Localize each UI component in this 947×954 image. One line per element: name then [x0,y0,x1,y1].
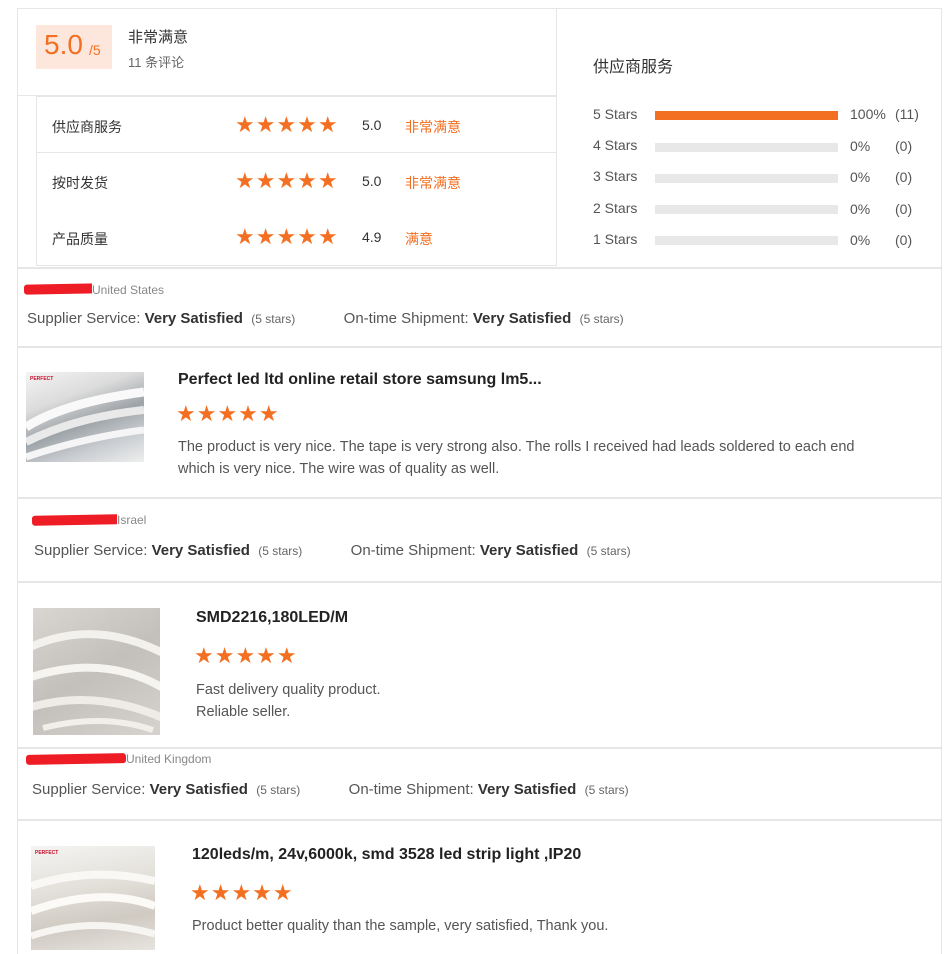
distribution-percent: 0% [850,232,871,248]
distribution-percent: 100% [850,106,886,122]
distribution-label: 1 Stars [593,231,638,247]
redacted-name [23,283,99,295]
review-text-line: Fast delivery quality product. [196,682,381,698]
review-text: Product better quality than the sample, … [192,915,892,937]
distribution-bar [655,236,838,245]
shipment-value: Very Satisfied [477,781,577,798]
review-text-line: which is very nice. The wire was of qual… [178,461,500,477]
overall-score: 5.0 [44,29,83,60]
shipment-value: Very Satisfied [479,542,579,559]
supplier-service-value: Very Satisfied [149,781,248,798]
review-text: Fast delivery quality product. Reliable … [196,679,896,723]
product-thumbnail[interactable]: PERFECT [31,846,155,950]
shipment-label: On-time Shipment: [343,310,469,327]
rating-word-shipment: 非常满意 [405,175,461,191]
review-count: 11 条评论 [128,55,185,70]
supplier-service-stars: (5 stars) [256,783,301,797]
supplier-service-label: Supplier Service: [32,781,146,798]
review-stars: ★★★★★ [176,401,280,426]
rating-word-quality: 满意 [405,231,433,247]
distribution-percent: 0% [850,169,871,185]
review-text-line: The product is very nice. The tape is ve… [178,439,855,455]
review-text-line: Product better quality than the sample, … [192,918,609,934]
review-header [17,268,942,347]
led-strip-image [31,870,155,940]
distribution-label: 3 Stars [593,168,638,184]
distribution-bar-fill [655,111,838,120]
distribution-label: 5 Stars [593,106,638,122]
rating-value-shipment: 5.0 [362,173,382,189]
rating-label-shipment: 按时发货 [52,175,108,191]
distribution-title: 供应商服务 [593,59,674,76]
shipment-stars: (5 stars) [579,312,624,326]
product-title-link[interactable]: 120leds/m, 24v,6000k, smd 3528 led strip… [192,846,581,864]
supplier-service-label: Supplier Service: [34,542,148,559]
review-ratings: Supplier Service: Very Satisfied (5 star… [34,542,631,559]
rating-value-quality: 4.9 [362,229,382,245]
overall-rating-word: 非常满意 [128,29,189,46]
product-title-link[interactable]: SMD2216,180LED/M [196,609,348,627]
rating-word-supplier: 非常满意 [405,119,461,135]
distribution-count: (0) [895,138,913,154]
shipment-stars: (5 stars) [586,544,631,558]
review-header [17,498,942,582]
led-strip-image [33,630,160,733]
review-ratings: Supplier Service: Very Satisfied (5 star… [32,781,629,798]
distribution-bar [655,174,838,183]
rating-value-supplier: 5.0 [362,117,382,133]
distribution-count: (0) [895,201,913,217]
distribution-percent: 0% [850,138,871,154]
product-title-link[interactable]: Perfect led ltd online retail store sams… [178,371,542,389]
review-text-line: Reliable seller. [196,704,291,720]
overall-score-badge: 5.0 /5 [36,25,112,69]
reviewer-country: United Kingdom [126,752,212,766]
supplier-service-value: Very Satisfied [144,310,243,327]
review-text: The product is very nice. The tape is ve… [178,436,938,480]
rating-stars-supplier: ★★★★★ [235,112,339,137]
redacted-name [25,753,127,765]
review-stars: ★★★★★ [190,880,294,905]
led-strip-image [26,387,144,461]
distribution-bar [655,143,838,152]
reviewer-country: Israel [117,513,147,527]
distribution-bar [655,111,838,120]
shipment-stars: (5 stars) [584,783,629,797]
distribution-count: (0) [895,169,913,185]
review-stars: ★★★★★ [194,643,298,668]
shipment-value: Very Satisfied [472,310,572,327]
product-thumbnail[interactable] [33,608,160,735]
redacted-name [31,514,121,526]
distribution-bar [655,205,838,214]
supplier-service-stars: (5 stars) [251,312,296,326]
distribution-label: 4 Stars [593,137,638,153]
distribution-count: (0) [895,232,913,248]
product-thumbnail[interactable]: PERFECT [26,372,144,462]
shipment-label: On-time Shipment: [348,781,474,798]
distribution-percent: 0% [850,201,871,217]
distribution-label: 2 Stars [593,200,638,216]
rating-label-quality: 产品质量 [52,231,108,247]
rating-stars-quality: ★★★★★ [235,224,339,249]
shipment-label: On-time Shipment: [350,542,476,559]
supplier-service-value: Very Satisfied [151,542,250,559]
supplier-service-label: Supplier Service: [27,310,141,327]
rating-label-supplier: 供应商服务 [52,119,122,135]
supplier-service-stars: (5 stars) [258,544,303,558]
review-ratings: Supplier Service: Very Satisfied (5 star… [27,310,624,327]
distribution-count: (11) [895,106,919,122]
reviewer-country: United States [92,283,165,297]
rating-stars-shipment: ★★★★★ [235,168,339,193]
overall-score-suffix: /5 [89,42,101,58]
